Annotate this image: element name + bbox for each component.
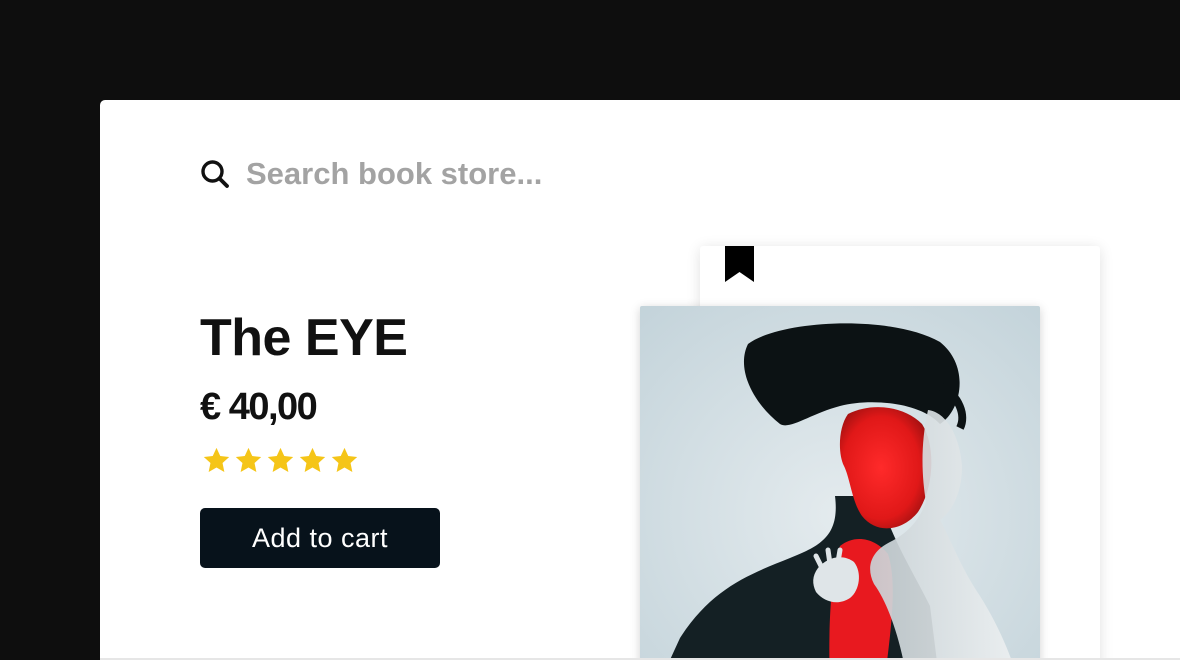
bookmark-icon[interactable] <box>725 246 754 282</box>
product-title: The EYE <box>200 309 408 367</box>
star-icon <box>235 447 262 472</box>
book-cover-image[interactable] <box>640 306 1040 660</box>
search-input[interactable] <box>246 156 666 192</box>
star-icon <box>203 447 230 472</box>
search-bar[interactable] <box>200 156 666 192</box>
add-to-cart-button[interactable]: Add to cart <box>200 508 440 568</box>
star-icon <box>331 447 358 472</box>
product-panel: The EYE € 40,00 Add to cart <box>100 100 1180 660</box>
star-icon <box>299 447 326 472</box>
product-price: € 40,00 <box>200 386 318 428</box>
star-rating <box>202 446 359 475</box>
star-icon <box>267 447 294 472</box>
search-icon[interactable] <box>200 159 230 189</box>
